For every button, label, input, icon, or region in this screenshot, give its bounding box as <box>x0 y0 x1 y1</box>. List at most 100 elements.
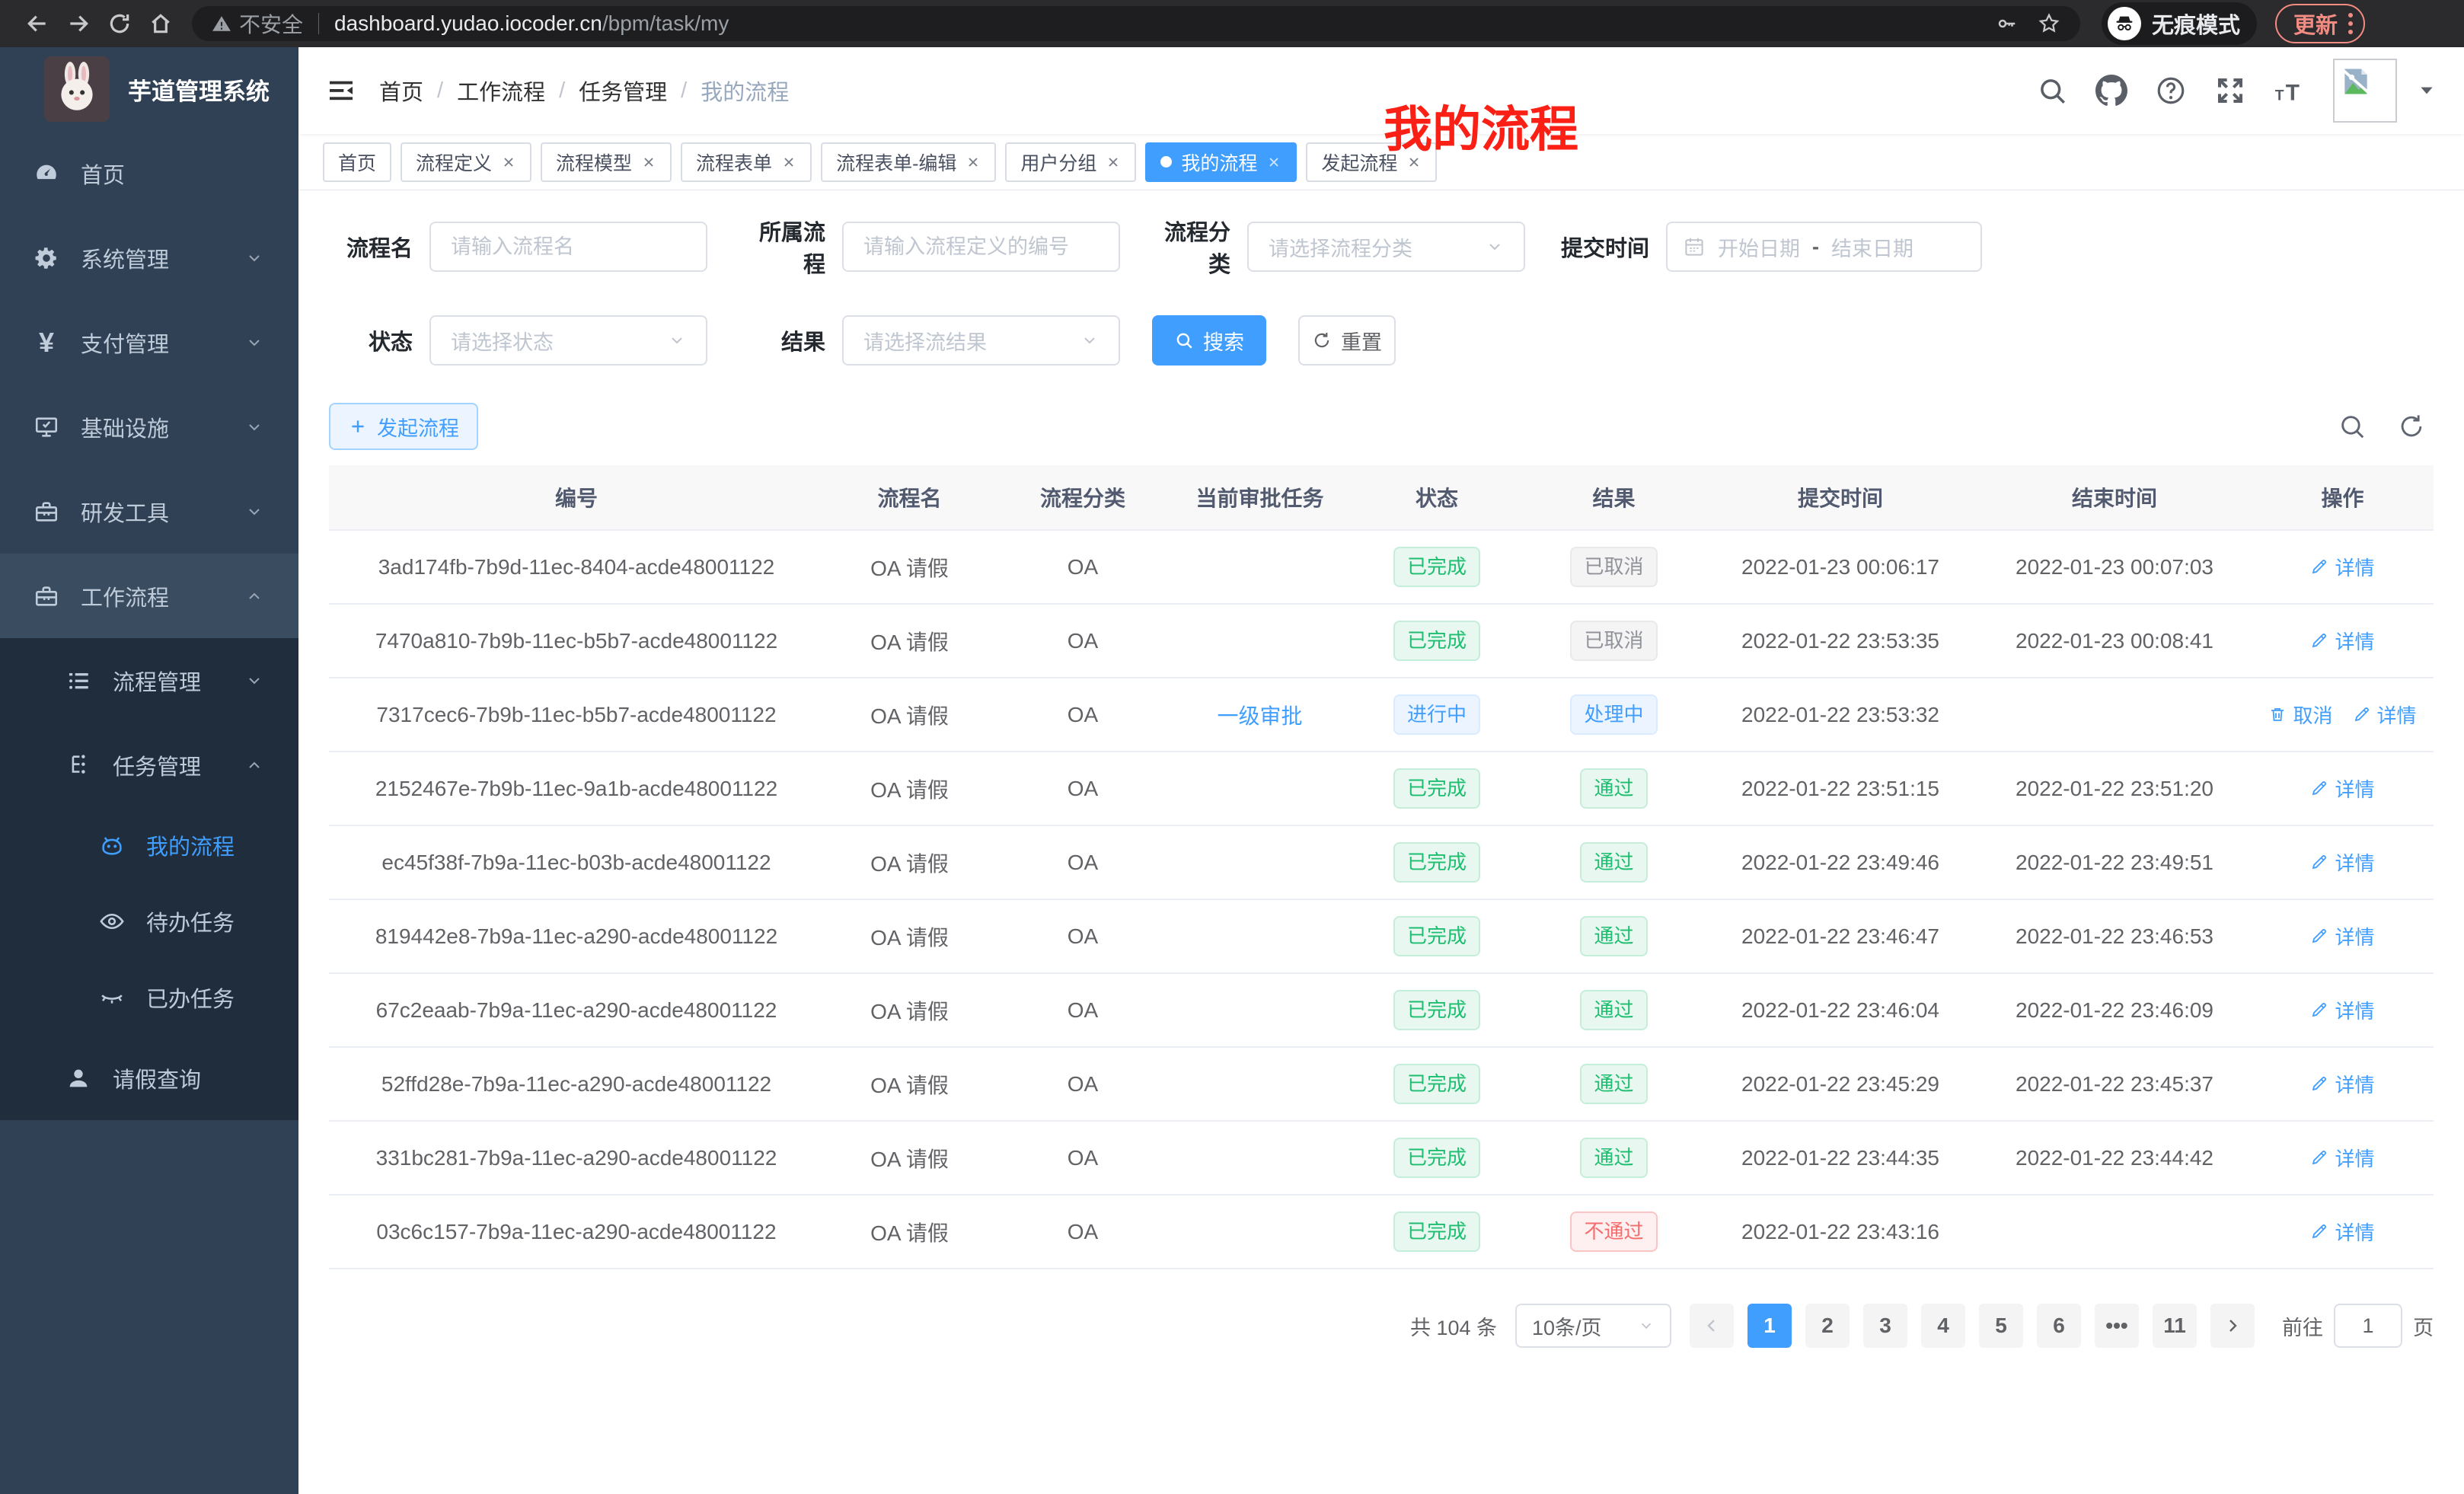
chevron-down-icon <box>245 334 263 352</box>
process-name-input[interactable] <box>429 222 707 272</box>
breadcrumb-task-mgmt[interactable]: 任务管理 <box>579 75 667 107</box>
page-button-4[interactable]: 4 <box>1921 1304 1965 1348</box>
sidebar-item-5[interactable]: 工作流程 <box>0 554 298 638</box>
submit-time-range-picker[interactable]: 开始日期 - 结束日期 <box>1666 222 1982 272</box>
detail-action-link[interactable]: 详情 <box>2310 848 2374 876</box>
prev-page-button[interactable] <box>1690 1304 1734 1348</box>
status-badge: 已完成 <box>1393 1211 1480 1252</box>
close-icon[interactable] <box>1406 155 1422 170</box>
sidebar-logo[interactable]: 芋道管理系统 <box>0 47 298 131</box>
not-secure-warning[interactable]: 不安全 <box>212 8 303 39</box>
avatar[interactable] <box>2333 59 2397 123</box>
address-bar[interactable]: 不安全 dashboard.yudao.iocoder.cn /bpm/task… <box>192 6 2080 41</box>
result-badge: 通过 <box>1580 1064 1647 1104</box>
sidebar-menu: 首页系统管理¥支付管理基础设施研发工具工作流程流程管理任务管理我的流程待办任务已… <box>0 131 298 1120</box>
status-select[interactable]: 请选择状态 <box>429 315 707 366</box>
page-button-2[interactable]: 2 <box>1805 1304 1850 1348</box>
breadcrumb-home[interactable]: 首页 <box>379 75 423 107</box>
result-cell: 通过 <box>1524 842 1703 883</box>
close-icon[interactable] <box>501 155 516 170</box>
sidebar-item-8[interactable]: 我的流程 <box>0 807 298 883</box>
help-icon[interactable] <box>2155 75 2187 107</box>
sidebar-item-label: 待办任务 <box>146 905 235 937</box>
sidebar-item-4[interactable]: 研发工具 <box>0 469 298 554</box>
sidebar-item-7[interactable]: 任务管理 <box>0 723 298 807</box>
fullscreen-icon[interactable] <box>2214 75 2246 107</box>
font-size-icon[interactable]: TT <box>2274 75 2306 107</box>
detail-action-link[interactable]: 详情 <box>2310 1218 2374 1246</box>
password-key-icon[interactable] <box>1995 12 2018 35</box>
detail-action-link[interactable]: 详情 <box>2310 627 2374 655</box>
next-page-button[interactable] <box>2210 1304 2255 1348</box>
page-button-1[interactable]: 1 <box>1747 1304 1792 1348</box>
browser-reload-icon[interactable] <box>99 3 140 44</box>
page-size-select[interactable]: 10条/页 <box>1515 1304 1671 1348</box>
more-pages-button[interactable]: ••• <box>2095 1304 2139 1348</box>
actions-cell: 详情 <box>2252 1144 2434 1173</box>
tab-4[interactable]: 流程表单-编辑 <box>821 142 996 182</box>
process-category-cell: OA <box>995 777 1170 801</box>
table-body: 3ad174fb-7b9d-11ec-8404-acde48001122OA 请… <box>329 531 2434 1269</box>
sidebar-collapse-icon[interactable] <box>326 75 356 106</box>
reset-button[interactable]: 重置 <box>1298 315 1396 366</box>
parent-process-input[interactable] <box>842 222 1120 272</box>
detail-action-link[interactable]: 详情 <box>2310 1144 2374 1172</box>
search-icon[interactable] <box>2036 75 2068 107</box>
sidebar: 芋道管理系统 首页系统管理¥支付管理基础设施研发工具工作流程流程管理任务管理我的… <box>0 47 298 1494</box>
detail-action-link[interactable]: 详情 <box>2310 774 2374 803</box>
bookmark-star-icon[interactable] <box>2038 12 2060 35</box>
tab-2[interactable]: 流程模型 <box>541 142 672 182</box>
sidebar-item-11[interactable]: 请假查询 <box>0 1036 298 1120</box>
detail-action-link[interactable]: 详情 <box>2310 996 2374 1024</box>
browser-forward-icon[interactable] <box>58 3 99 44</box>
page-button-6[interactable]: 6 <box>2037 1304 2081 1348</box>
browser-back-icon[interactable] <box>17 3 58 44</box>
close-icon[interactable] <box>1106 155 1121 170</box>
status-cell: 已完成 <box>1349 621 1524 661</box>
close-icon[interactable] <box>1266 155 1281 170</box>
sidebar-item-2[interactable]: ¥支付管理 <box>0 300 298 385</box>
browser-update-button[interactable]: 更新 <box>2275 4 2365 43</box>
tab-0[interactable]: 首页 <box>323 142 391 182</box>
detail-action-link[interactable]: 详情 <box>2310 1070 2374 1098</box>
detail-action-link[interactable]: 详情 <box>2310 553 2374 581</box>
toggle-search-icon[interactable] <box>2338 412 2367 441</box>
detail-action-link[interactable]: 详情 <box>2353 701 2417 729</box>
chevron-right-icon <box>2223 1317 2242 1335</box>
cancel-action-link[interactable]: 取消 <box>2268 701 2332 729</box>
refresh-list-icon[interactable] <box>2397 412 2426 441</box>
browser-menu-icon[interactable] <box>2348 13 2353 34</box>
github-icon[interactable] <box>2095 75 2127 107</box>
sidebar-item-0[interactable]: 首页 <box>0 131 298 215</box>
table-row: 819442e8-7b9a-11ec-a290-acde48001122OA 请… <box>329 900 2434 974</box>
end-time-cell: 2022-01-22 23:49:51 <box>1977 851 2252 875</box>
tab-3[interactable]: 流程表单 <box>681 142 812 182</box>
page-button-11[interactable]: 11 <box>2153 1304 2197 1348</box>
tab-5[interactable]: 用户分组 <box>1005 142 1136 182</box>
goto-page-input[interactable] <box>2334 1304 2402 1348</box>
search-button[interactable]: 搜索 <box>1152 315 1266 366</box>
chevron-down-icon[interactable] <box>2417 81 2437 101</box>
tab-6[interactable]: 我的流程 <box>1145 142 1297 182</box>
sidebar-item-10[interactable]: 已办任务 <box>0 959 298 1036</box>
page-button-3[interactable]: 3 <box>1863 1304 1907 1348</box>
create-process-button[interactable]: 发起流程 <box>329 403 478 450</box>
process-id-cell: 331bc281-7b9a-11ec-a290-acde48001122 <box>329 1146 824 1170</box>
submit-time-cell: 2022-01-22 23:45:29 <box>1703 1072 1977 1097</box>
current-task-link[interactable]: 一级审批 <box>1217 704 1302 728</box>
close-icon[interactable] <box>641 155 656 170</box>
sidebar-item-9[interactable]: 待办任务 <box>0 883 298 959</box>
tab-1[interactable]: 流程定义 <box>401 142 531 182</box>
close-icon[interactable] <box>781 155 796 170</box>
sidebar-item-1[interactable]: 系统管理 <box>0 215 298 300</box>
breadcrumb-workflow[interactable]: 工作流程 <box>457 75 545 107</box>
browser-home-icon[interactable] <box>140 3 181 44</box>
category-select[interactable]: 请选择流程分类 <box>1247 222 1525 272</box>
chevron-down-icon <box>1638 1317 1655 1334</box>
page-button-5[interactable]: 5 <box>1979 1304 2023 1348</box>
sidebar-item-6[interactable]: 流程管理 <box>0 638 298 723</box>
close-icon[interactable] <box>965 155 981 170</box>
detail-action-link[interactable]: 详情 <box>2310 922 2374 950</box>
result-select[interactable]: 请选择流结果 <box>842 315 1120 366</box>
sidebar-item-3[interactable]: 基础设施 <box>0 385 298 469</box>
